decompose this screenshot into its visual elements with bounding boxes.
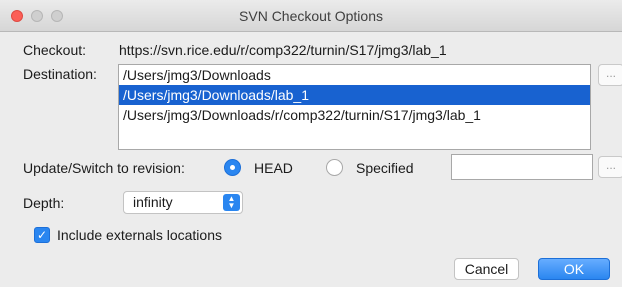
revision-label: Update/Switch to revision: <box>23 160 185 176</box>
externals-label: Include externals locations <box>57 227 222 243</box>
window-title: SVN Checkout Options <box>239 8 383 24</box>
head-label: HEAD <box>254 160 293 176</box>
destination-item-downloads[interactable]: /Users/jmg3/Downloads <box>119 65 590 85</box>
svn-checkout-dialog: SVN Checkout Options Checkout: https://s… <box>0 0 622 287</box>
destination-item-full-path[interactable]: /Users/jmg3/Downloads/r/comp322/turnin/S… <box>119 105 590 125</box>
revision-number-input[interactable] <box>451 154 593 180</box>
destination-item-lab1[interactable]: /Users/jmg3/Downloads/lab_1 <box>119 85 590 105</box>
title-bar: SVN Checkout Options <box>0 0 622 32</box>
head-radio[interactable] <box>224 159 241 176</box>
destination-list[interactable]: /Users/jmg3/Downloads /Users/jmg3/Downlo… <box>118 64 591 150</box>
depth-select[interactable]: infinity ▲ ▼ <box>123 191 243 214</box>
checkout-url: https://svn.rice.edu/r/comp322/turnin/S1… <box>119 42 447 58</box>
checkmark-icon: ✓ <box>36 228 48 242</box>
externals-checkbox[interactable]: ✓ <box>34 227 50 243</box>
depth-label: Depth: <box>23 195 65 211</box>
specified-radio[interactable] <box>326 159 343 176</box>
destination-label: Destination: <box>23 66 97 82</box>
ok-button[interactable]: OK <box>538 258 610 280</box>
specified-label: Specified <box>356 160 414 176</box>
chevron-up-down-icon: ▲ ▼ <box>223 194 240 211</box>
destination-browse-button[interactable]: ... <box>598 64 622 86</box>
revision-browse-button[interactable]: ... <box>598 156 622 178</box>
checkout-label: Checkout: <box>23 42 87 58</box>
depth-value: infinity <box>133 194 173 210</box>
cancel-button[interactable]: Cancel <box>454 258 519 280</box>
